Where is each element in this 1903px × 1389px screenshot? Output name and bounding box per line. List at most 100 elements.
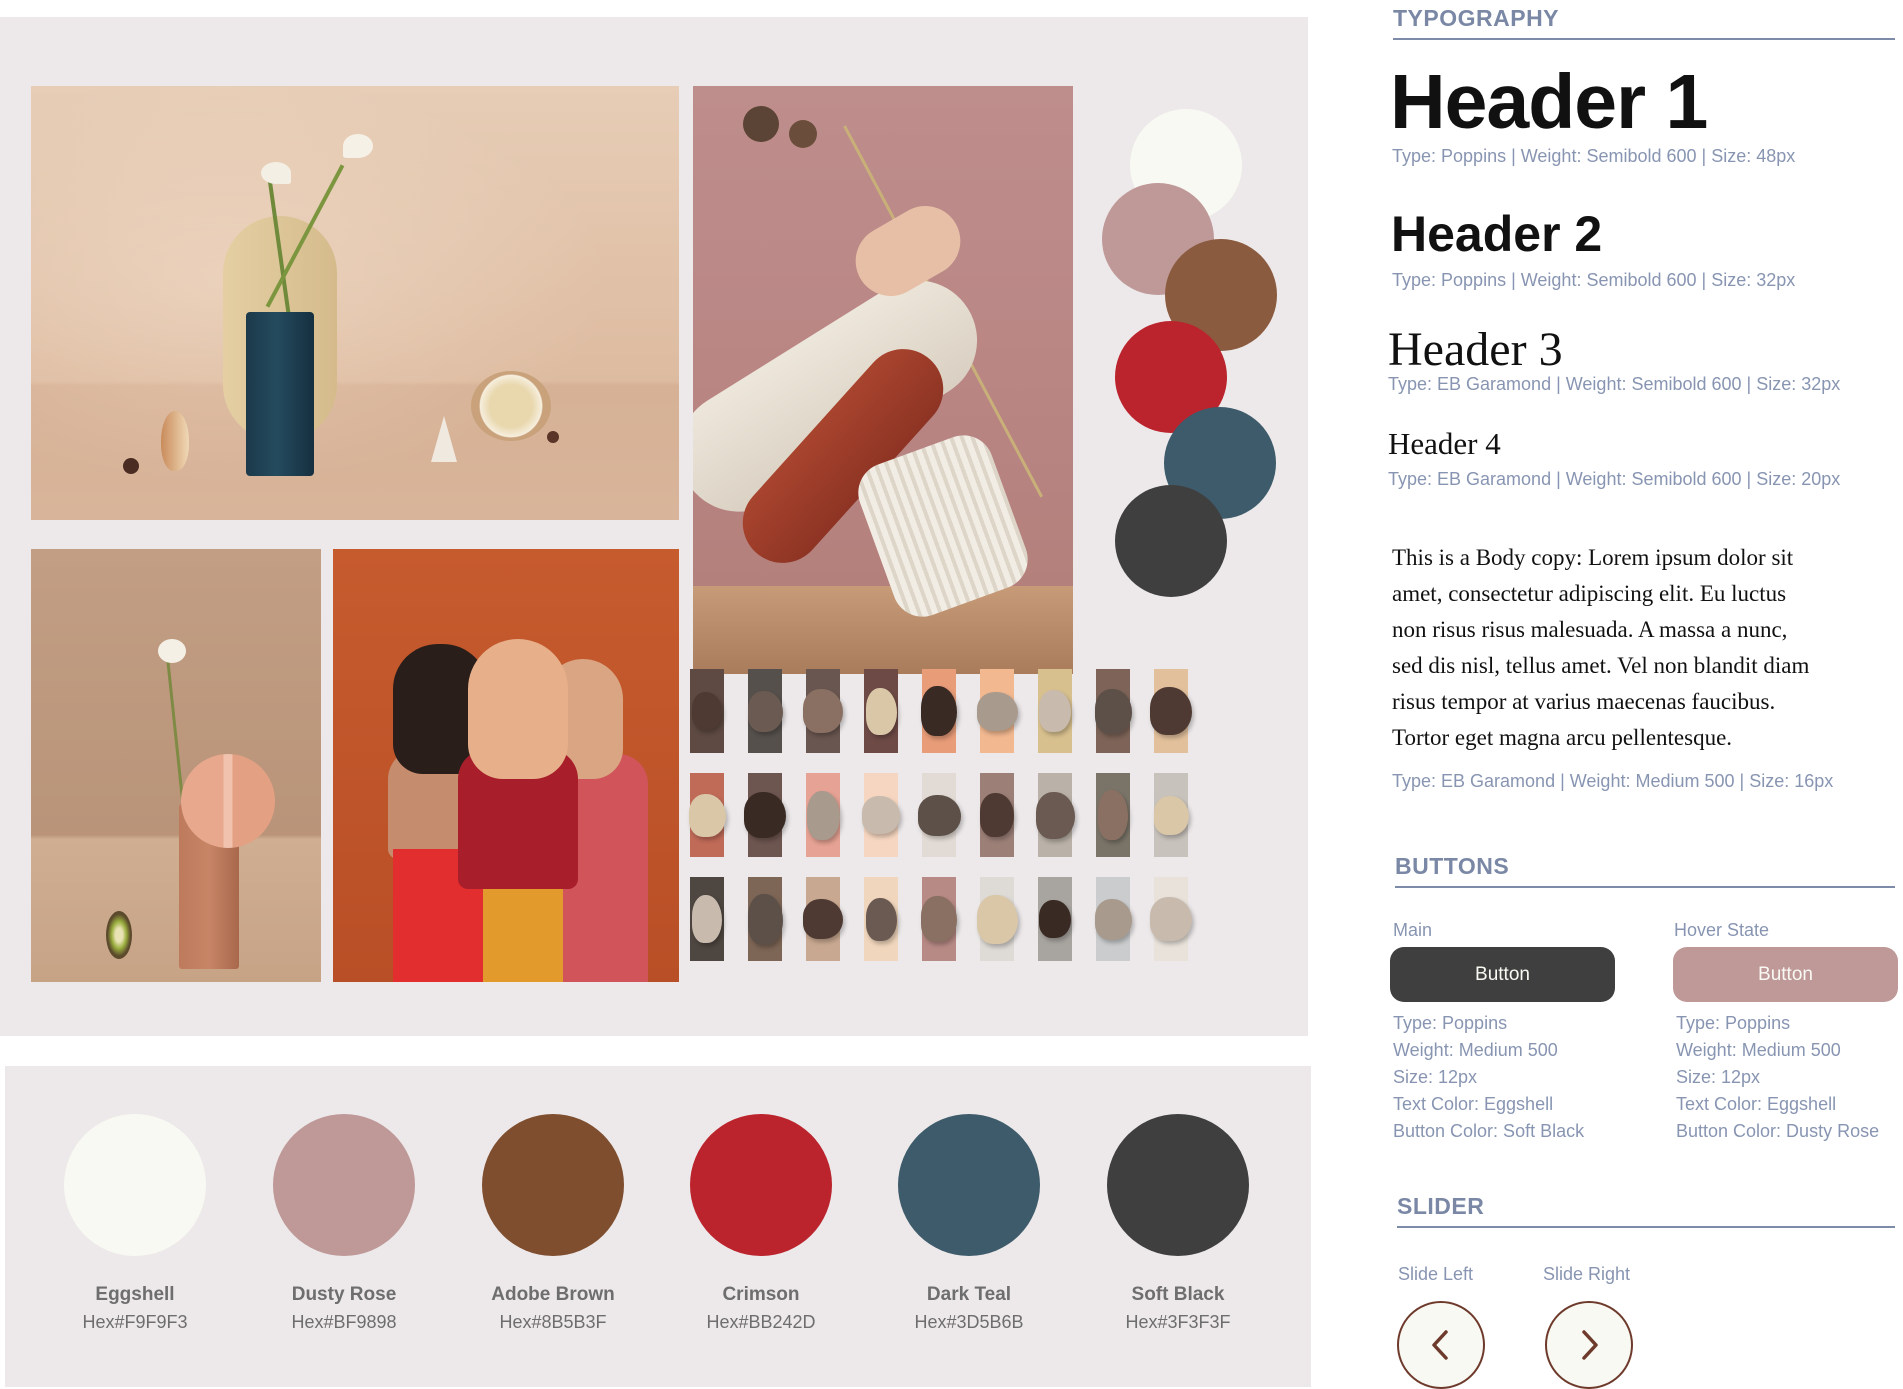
stone-swatch — [976, 877, 1018, 961]
spec-line: Weight: Medium 500 — [1393, 1040, 1558, 1060]
stone-swatch — [803, 669, 843, 753]
spec-line: Type: Poppins — [1676, 1013, 1791, 1033]
stone-swatch — [688, 773, 726, 857]
stone — [1150, 687, 1192, 735]
main-button-label: Main — [1393, 920, 1433, 940]
stone — [692, 895, 722, 943]
main-button[interactable]: Button — [1390, 947, 1615, 1002]
typography-section-title: TYPOGRAPHY — [1393, 5, 1560, 31]
stone — [917, 794, 961, 836]
stone — [921, 686, 957, 736]
palette-color-name: Dusty Rose — [291, 1284, 397, 1305]
header-2-sample: Header 2 — [1391, 206, 1603, 262]
stone-swatch — [1038, 669, 1072, 753]
palette-color-hex: Hex#F9F9F3 — [82, 1312, 188, 1332]
spec-line: Type: Poppins — [1393, 1013, 1508, 1033]
main-button-specs: Type: Poppins Weight: Medium 500 Size: 1… — [1393, 1010, 1584, 1145]
stone — [747, 690, 783, 732]
spec-line: Button Color: Dusty Rose — [1676, 1121, 1880, 1141]
palette-swatch-circle — [482, 1114, 624, 1256]
stone-swatch — [864, 669, 898, 753]
hover-button-specs: Type: Poppins Weight: Medium 500 Size: 1… — [1676, 1010, 1879, 1145]
stone-swatch — [1094, 877, 1132, 961]
palette-swatch-circle — [690, 1114, 832, 1256]
stone — [803, 689, 843, 733]
hands-dried-flowers-photo — [693, 86, 1073, 674]
header-1-sample: Header 1 — [1390, 59, 1708, 145]
chevron-left-icon — [1432, 1330, 1448, 1360]
stone-swatch — [1150, 877, 1192, 961]
body-copy-line: This is a Body copy: Lorem ipsum dolor s… — [1392, 545, 1794, 570]
palette-swatch-circle — [273, 1114, 415, 1256]
palette-color-name: Eggshell — [95, 1284, 175, 1305]
stone-swatch — [921, 669, 957, 753]
stone-swatch — [917, 773, 961, 857]
stone — [1098, 790, 1128, 840]
stone-swatches-grid — [688, 669, 1210, 979]
header-3-sample: Header 3 — [1388, 323, 1563, 376]
stone-swatch — [864, 877, 898, 961]
stone — [865, 687, 897, 735]
buttons-section-title: BUTTONS — [1395, 853, 1510, 879]
color-palette-panel: Eggshell Hex#F9F9F3 Dusty Rose Hex#BF9898 Ad… — [5, 1066, 1311, 1387]
palette-color-hex: Hex#3F3F3F — [1125, 1312, 1231, 1332]
stone — [976, 894, 1018, 944]
stone-swatch — [862, 773, 900, 857]
slider-section-title: SLIDER — [1397, 1193, 1485, 1219]
palette-color-hex: Hex#3D5B6B — [914, 1312, 1024, 1332]
header-4-meta: Type: EB Garamond | Weight: Semibold 600… — [1388, 469, 1841, 489]
stone-swatch — [1096, 773, 1130, 857]
three-women-photo — [333, 549, 679, 982]
stone-swatch — [690, 669, 724, 753]
header-1-meta: Type: Poppins | Weight: Semibold 600 | S… — [1392, 146, 1796, 166]
stone — [1094, 688, 1132, 734]
slide-left-label: Slide Left — [1398, 1264, 1474, 1284]
stone — [862, 796, 900, 834]
buttons-divider — [1395, 886, 1895, 888]
palette-color-name: Crimson — [722, 1284, 800, 1305]
stone — [921, 896, 957, 942]
slide-right-button[interactable] — [1545, 1301, 1633, 1389]
stone-swatch — [980, 773, 1014, 857]
palette-color-hex: Hex#8B5B3F — [499, 1312, 607, 1332]
header-4-sample: Header 4 — [1388, 426, 1501, 461]
hover-state-label: Hover State — [1674, 920, 1770, 940]
stone-swatch — [803, 877, 843, 961]
body-copy-line: risus tempor at varius maecenas faucibus… — [1392, 689, 1776, 714]
stone-swatch — [1150, 669, 1192, 753]
peach-sculpture-photo — [31, 549, 321, 982]
stone — [1039, 900, 1071, 938]
spec-line: Size: 12px — [1393, 1067, 1478, 1087]
stone — [1035, 791, 1075, 839]
stone — [744, 792, 786, 838]
spec-line: Size: 12px — [1676, 1067, 1761, 1087]
stone-swatch — [1038, 877, 1072, 961]
stone — [1094, 898, 1132, 940]
vase-still-life-photo — [31, 86, 679, 520]
moodboard-panel — [0, 17, 1308, 1036]
typography-divider — [1393, 38, 1895, 40]
header-3-meta: Type: EB Garamond | Weight: Semibold 600… — [1388, 374, 1841, 394]
slider-divider — [1397, 1226, 1895, 1228]
palette-swatch-circle — [64, 1114, 206, 1256]
hover-state-button[interactable]: Button — [1673, 947, 1898, 1002]
body-copy-line: Tortor eget magna arcu pellentesque. — [1392, 725, 1733, 750]
palette-swatch-circle — [898, 1114, 1040, 1256]
chevron-right-icon — [1582, 1330, 1598, 1360]
stone — [692, 692, 722, 730]
spec-line: Text Color: Eggshell — [1393, 1094, 1554, 1114]
stone-swatch — [690, 877, 724, 961]
stone-swatch — [747, 669, 783, 753]
palette-swatch-circle — [1107, 1114, 1249, 1256]
stone — [806, 790, 840, 840]
slide-right-label: Slide Right — [1543, 1264, 1631, 1284]
stone — [1153, 795, 1189, 835]
stone — [747, 893, 783, 945]
slide-left-button[interactable] — [1397, 1301, 1485, 1389]
body-copy-sample: This is a Body copy: Lorem ipsum dolor s… — [1392, 540, 1822, 756]
soft-black-circle — [1115, 485, 1227, 597]
stone-swatch — [921, 877, 957, 961]
body-copy-line: amet, consectetur adipiscing elit. Eu lu… — [1392, 581, 1787, 606]
palette-color-name: Dark Teal — [926, 1284, 1012, 1305]
stone-swatch — [1094, 669, 1132, 753]
